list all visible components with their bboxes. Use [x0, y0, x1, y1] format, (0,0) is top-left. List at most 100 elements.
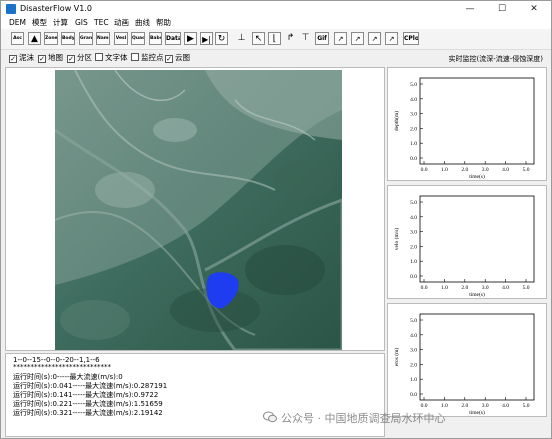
log-line: 运行时间(s):0.041-----最大流速(m/s):0.287191	[13, 382, 168, 390]
x-tick-label: 3.0	[482, 403, 489, 409]
log-line: 运行时间(s):0-----最大流速(m/s):0	[13, 373, 123, 381]
y-tick-label: 2.0	[410, 126, 417, 132]
menu-dem[interactable]: DEM	[9, 17, 26, 29]
y-tick-label: 5.0	[410, 82, 417, 88]
x-tick-label: 5.0	[523, 167, 530, 173]
corner-up-icon[interactable]: ↱	[284, 32, 297, 45]
corner-bl-icon[interactable]: ⌊	[268, 32, 281, 45]
menu-help[interactable]: 帮助	[156, 17, 171, 29]
terrain-image	[55, 70, 342, 350]
x-tick-label: 4.0	[502, 285, 509, 291]
layer-text-checkbox[interactable]: 文字体	[95, 53, 128, 63]
velocity-plot: 0.0 1.0 2.0 3.0 4.0 5.0 0.0 1.0 2.0 3.0 4.0 5.0 time…	[393, 195, 535, 298]
checkbox-label: 云图	[175, 53, 190, 62]
layer-cloud-checkbox[interactable]: ✓ 云图	[165, 53, 190, 63]
app-logo-icon	[6, 4, 16, 14]
chart-erosion-icon[interactable]: ↗	[368, 32, 381, 45]
y-tick-label: 3.0	[410, 230, 417, 236]
layer-debris-checkbox[interactable]: ✓ 泥沫	[9, 53, 34, 63]
layer-map-checkbox[interactable]: ✓ 地图	[38, 53, 63, 63]
y-tick-label: 5.0	[410, 200, 417, 206]
x-tick-label: 1.0	[441, 285, 448, 291]
y-tick-label: 1.0	[410, 377, 417, 383]
tool-gif-button[interactable]: Gif	[315, 32, 329, 45]
tool-data-button[interactable]: Data	[165, 32, 181, 45]
menu-tec[interactable]: TEC	[94, 17, 109, 29]
layer-monitor-checkbox[interactable]: 监控点	[131, 53, 164, 63]
map-view[interactable]	[5, 67, 385, 351]
play-icon[interactable]: ▶	[184, 32, 197, 45]
tool-grane-button[interactable]: Grane	[79, 32, 93, 45]
wechat-icon	[263, 411, 277, 423]
velocity-chart: 0.0 1.0 2.0 3.0 4.0 5.0 0.0 1.0 2.0 3.0 4.0 5.0 time…	[387, 185, 547, 299]
chart-velocity-icon[interactable]: ↗	[351, 32, 364, 45]
y-tick-label: 4.0	[410, 333, 417, 339]
tool-body-button[interactable]: Body	[61, 32, 75, 45]
y-tick-label: 4.0	[410, 97, 417, 103]
y-tick-label: 2.0	[410, 244, 417, 250]
checkbox-label: 文字体	[105, 53, 128, 62]
checkbox-label: 泥沫	[19, 53, 34, 62]
y-tick-label: 1.0	[410, 259, 417, 265]
refresh-icon[interactable]: ↻	[215, 32, 228, 45]
tool-babs-button[interactable]: Babs	[149, 32, 162, 45]
up-arrow-icon[interactable]: ▲	[28, 32, 41, 45]
y-tick-label: 0.0	[410, 274, 417, 280]
close-button[interactable]: ✕	[517, 1, 551, 17]
layer-zone-checkbox[interactable]: ✓ 分区	[67, 53, 92, 63]
tool-vesl-button[interactable]: Vesl	[114, 32, 128, 45]
checkbox-box: ✓	[9, 55, 17, 63]
x-tick-label: 0.0	[421, 285, 428, 291]
watermark-text: 公众号 · 中国地质调查局水环中心	[281, 412, 446, 425]
x-tick-label: 1.0	[441, 403, 448, 409]
depth-chart: 0.0 1.0 2.0 3.0 4.0 5.0 0.0 1.0 2.0 3.0 4.0 5.0 time…	[387, 67, 547, 181]
plot-frame	[419, 313, 535, 401]
menu-bar: DEM 模型 计算 GIS TEC 动画 曲线 帮助	[1, 17, 551, 29]
checkbox-box: ✓	[38, 55, 46, 63]
y-tick-label: 3.0	[410, 348, 417, 354]
x-tick-label: 0.0	[421, 167, 428, 173]
x-tick-label: 5.0	[523, 285, 530, 291]
tool-name-button[interactable]: Name	[96, 32, 110, 45]
menu-curve[interactable]: 曲线	[135, 17, 150, 29]
x-tick-label: 2.0	[461, 167, 468, 173]
x-tick-label: 5.0	[523, 403, 530, 409]
curve-plot-icon[interactable]: ↗	[385, 32, 398, 45]
tool-asc-button[interactable]: Asc	[11, 32, 24, 45]
erosion-chart: 0.0 1.0 2.0 3.0 4.0 5.0 0.0 1.0 2.0 3.0 4.0 5.0 time…	[387, 303, 547, 417]
depth-plot: 0.0 1.0 2.0 3.0 4.0 5.0 0.0 1.0 2.0 3.0 4.0 5.0 time…	[393, 77, 535, 180]
corner-tl-icon[interactable]: ↖	[252, 32, 265, 45]
x-axis-label: time(s)	[469, 173, 485, 180]
measure-icon[interactable]: ⊥	[235, 32, 248, 45]
corner-t-icon[interactable]: ⊤	[299, 32, 312, 45]
menu-gis[interactable]: GIS	[75, 17, 88, 29]
log-line: 运行时间(s):0.141-----最大流速(m/s):0.9722	[13, 391, 159, 399]
erosion-plot: 0.0 1.0 2.0 3.0 4.0 5.0 0.0 1.0 2.0 3.0 4.0 5.0 time…	[393, 313, 535, 416]
plot-frame	[419, 77, 535, 165]
y-tick-label: 5.0	[410, 318, 417, 324]
menu-model[interactable]: 模型	[32, 17, 47, 29]
tool-cplot-button[interactable]: CPlot	[403, 32, 419, 45]
tool-quad-button[interactable]: Quad	[131, 32, 145, 45]
y-tick-label: 0.0	[410, 392, 417, 398]
plot-frame	[419, 195, 535, 283]
x-axis-label: time(s)	[469, 409, 485, 416]
minimize-button[interactable]: —	[453, 1, 487, 17]
step-icon[interactable]: ▶|	[200, 32, 213, 45]
menu-compute[interactable]: 计算	[53, 17, 68, 29]
checkbox-label: 地图	[48, 53, 63, 62]
checkbox-box: ✓	[165, 55, 173, 63]
tool-zone-button[interactable]: Zone	[44, 32, 58, 45]
x-tick-label: 1.0	[441, 167, 448, 173]
title-bar: DisasterFlow V1.0 — ☐ ✕	[1, 1, 551, 17]
x-tick-label: 4.0	[502, 167, 509, 173]
menu-animation[interactable]: 动画	[114, 17, 129, 29]
maximize-button[interactable]: ☐	[485, 1, 519, 17]
app-window: DisasterFlow V1.0 — ☐ ✕ DEM 模型 计算 GIS TE…	[0, 0, 552, 439]
x-tick-label: 0.0	[421, 403, 428, 409]
x-tick-label: 2.0	[461, 403, 468, 409]
checkbox-label: 监控点	[141, 53, 164, 62]
chart-depth-icon[interactable]: ↗	[334, 32, 347, 45]
y-tick-label: 0.0	[410, 156, 417, 162]
satellite-map[interactable]	[55, 70, 342, 350]
